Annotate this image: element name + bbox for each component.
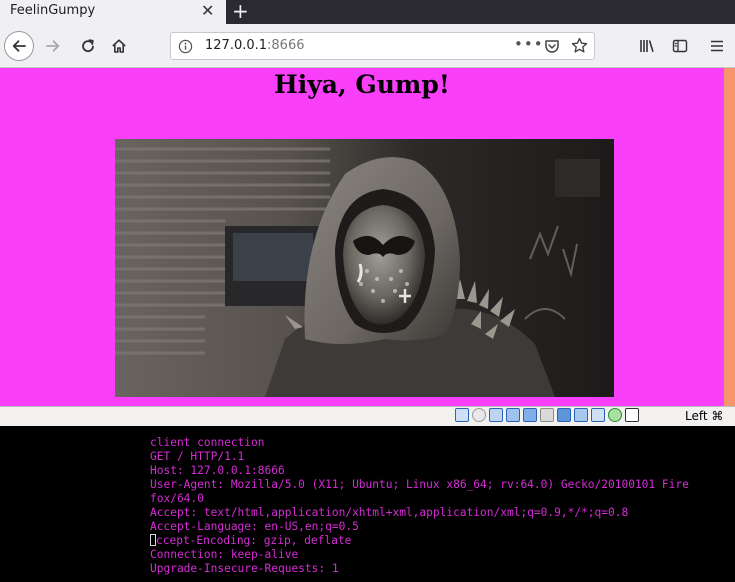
display-icon[interactable] xyxy=(557,408,571,422)
new-tab-button[interactable]: + xyxy=(232,0,249,22)
cpu-icon[interactable] xyxy=(608,408,622,422)
terminal-output: client connection GET / HTTP/1.1 Host: 1… xyxy=(0,426,735,582)
arrow-left-icon xyxy=(12,40,26,52)
capture-mouse-icon[interactable] xyxy=(591,408,605,422)
page-heading: Hiya, Gump! xyxy=(274,70,450,99)
terminal-line: Accept: text/html,application/xhtml+xml,… xyxy=(150,506,629,519)
library-button[interactable] xyxy=(636,31,660,61)
forward-button[interactable] xyxy=(40,31,66,61)
hamburger-icon xyxy=(711,40,723,52)
keyboard-icon[interactable] xyxy=(625,408,639,422)
optical-drive-icon[interactable] xyxy=(472,408,486,422)
library-icon xyxy=(640,40,654,53)
close-tab-icon[interactable]: ✕ xyxy=(201,2,214,20)
url-host: 127.0.0.1 xyxy=(205,38,268,53)
vbox-device-icons xyxy=(455,408,639,422)
terminal-line: Upgrade-Insecure-Requests: 1 xyxy=(150,562,339,575)
terminal-line: Connection: keep-alive xyxy=(150,548,299,561)
audio-icon[interactable] xyxy=(489,408,503,422)
terminal-line: User-Agent: Mozilla/5.0 (X11; Ubuntu; Li… xyxy=(150,478,689,491)
terminal-line: fox/64.0 xyxy=(150,492,204,505)
page-actions-icon[interactable]: ••• xyxy=(514,35,544,53)
network-icon[interactable] xyxy=(506,408,520,422)
reload-icon xyxy=(82,39,94,53)
vbox-status-bar: Left ⌘ xyxy=(0,406,735,426)
home-icon xyxy=(112,39,126,53)
arrow-right-icon xyxy=(46,40,60,52)
terminal-lines: client connection GET / HTTP/1.1 Host: 1… xyxy=(150,436,730,576)
terminal-line-cursor: ccept-Encoding: gzip, deflate xyxy=(150,534,730,548)
tab-title: FeelinGumpy xyxy=(10,3,96,18)
tab-feelingumpy[interactable]: FeelinGumpy ✕ xyxy=(0,0,226,24)
bookmark-star-icon[interactable] xyxy=(571,37,588,58)
page-viewport: Hiya, Gump! xyxy=(0,68,724,406)
sidebar-icon xyxy=(672,39,688,53)
menu-button[interactable] xyxy=(705,31,729,61)
info-icon[interactable] xyxy=(178,39,193,58)
usb-icon[interactable] xyxy=(523,408,537,422)
sidebar-button[interactable] xyxy=(668,31,692,61)
terminal-line: Host: 127.0.0.1:8666 xyxy=(150,464,285,477)
shared-folder-icon[interactable] xyxy=(540,408,554,422)
navigation-toolbar: 127.0.0.1:8666 ••• xyxy=(0,24,735,68)
url-text[interactable]: 127.0.0.1:8666 xyxy=(205,38,305,53)
home-button[interactable] xyxy=(106,31,132,61)
url-port: :8666 xyxy=(267,38,305,53)
terminal-line-text: ccept-Encoding: gzip, deflate xyxy=(156,534,352,547)
terminal-line: client connection xyxy=(150,436,265,449)
terminal-line: GET / HTTP/1.1 xyxy=(150,450,245,463)
url-bar[interactable]: 127.0.0.1:8666 ••• xyxy=(170,32,595,60)
back-button[interactable] xyxy=(4,31,34,61)
terminal-line: Accept-Language: en-US,en;q=0.5 xyxy=(150,520,359,533)
host-key-label: Left ⌘ xyxy=(685,409,724,423)
tab-strip: FeelinGumpy ✕ + xyxy=(0,0,735,24)
hooded-masked-figure-image xyxy=(115,139,614,397)
page-scrollbar[interactable] xyxy=(724,68,735,406)
pocket-icon[interactable] xyxy=(544,39,560,58)
video-capture-icon[interactable] xyxy=(574,408,588,422)
reload-button[interactable] xyxy=(75,31,101,61)
hard-disk-icon[interactable] xyxy=(455,408,469,422)
